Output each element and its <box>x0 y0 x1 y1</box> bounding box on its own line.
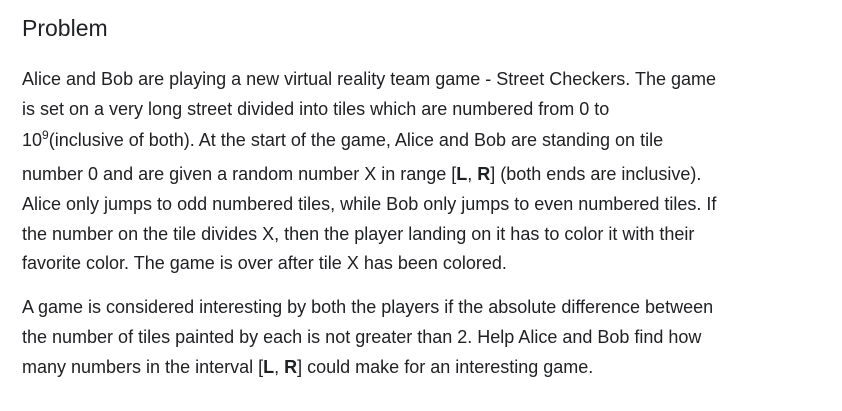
problem-paragraph-1: Alice and Bob are playing a new virtual … <box>22 65 822 279</box>
text-fragment: number 0 and are given a random number X… <box>22 164 457 185</box>
variable-l: L <box>456 164 468 185</box>
text-fragment: ] could make for an interesting game. <box>297 356 594 377</box>
problem-statement: Problem Alice and Bob are playing a new … <box>22 12 822 382</box>
variable-r: R <box>284 356 298 377</box>
text-line: 109(inclusive of both). At the start of … <box>22 124 822 160</box>
text-line: A game is considered interesting by both… <box>22 297 714 318</box>
text-line: Alice and Bob are playing a new virtual … <box>22 69 717 89</box>
text-line: the number on the tile divides X, then t… <box>22 223 695 244</box>
text-fragment: many numbers in the interval [ <box>22 356 264 377</box>
text-line: the number of tiles painted by each is n… <box>22 326 702 347</box>
text-line: number 0 and are given a random number X… <box>22 160 822 190</box>
text-line: is set on a very long street divided int… <box>22 98 610 119</box>
text-fragment: , <box>467 164 478 185</box>
variable-l: L <box>263 356 275 377</box>
text-fragment: , <box>274 356 285 377</box>
power-exponent: 9 <box>42 128 49 143</box>
text-line: Alice only jumps to odd numbered tiles, … <box>22 194 717 215</box>
text-fragment: (inclusive of both). At the start of the… <box>48 130 664 151</box>
power-base: 10 <box>22 130 43 151</box>
variable-r: R <box>477 164 491 185</box>
problem-paragraph-2: A game is considered interesting by both… <box>22 293 822 382</box>
text-line: favorite color. The game is over after t… <box>22 253 507 274</box>
text-line: many numbers in the interval [L, R] coul… <box>22 353 822 383</box>
text-fragment: ] (both ends are inclusive). <box>490 164 702 185</box>
section-heading: Problem <box>22 15 108 41</box>
